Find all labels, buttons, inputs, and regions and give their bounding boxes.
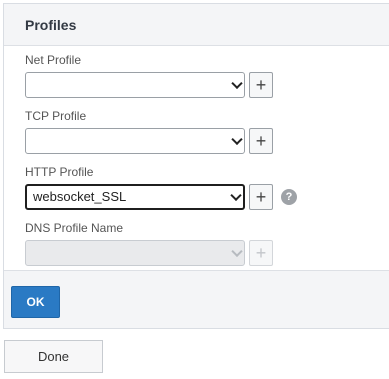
chevron-down-icon xyxy=(230,189,242,202)
panel-header: Profiles xyxy=(4,4,389,46)
tcp-profile-label: TCP Profile xyxy=(25,109,87,123)
panel-title: Profiles xyxy=(25,16,77,33)
http-profile-field: HTTP Profile websocket_SSL + ? xyxy=(25,164,297,210)
chevron-down-icon xyxy=(231,245,243,258)
dns-profile-select xyxy=(25,240,245,266)
net-profile-field: Net Profile + xyxy=(25,52,273,98)
dns-profile-label: DNS Profile Name xyxy=(25,221,124,235)
help-icon[interactable]: ? xyxy=(281,189,297,205)
panel-footer: OK xyxy=(4,270,389,328)
dns-profile-field: DNS Profile Name + xyxy=(25,220,273,266)
profiles-panel: Profiles Net Profile + TCP Profile + HTT… xyxy=(3,3,389,329)
plus-icon: + xyxy=(255,131,267,151)
add-tcp-profile-button[interactable]: + xyxy=(249,128,273,154)
http-profile-value: websocket_SSL xyxy=(33,189,127,204)
http-profile-select[interactable]: websocket_SSL xyxy=(25,184,245,210)
tcp-profile-field: TCP Profile + xyxy=(25,108,273,154)
net-profile-label: Net Profile xyxy=(25,53,82,67)
add-net-profile-button[interactable]: + xyxy=(249,72,273,98)
plus-icon: + xyxy=(255,243,267,263)
chevron-down-icon xyxy=(231,77,243,90)
plus-icon: + xyxy=(255,187,267,207)
add-http-profile-button[interactable]: + xyxy=(249,184,273,210)
done-button[interactable]: Done xyxy=(4,340,103,373)
tcp-profile-select[interactable] xyxy=(25,128,245,154)
chevron-down-icon xyxy=(231,133,243,146)
add-dns-profile-button: + xyxy=(249,240,273,266)
http-profile-label: HTTP Profile xyxy=(25,165,94,179)
plus-icon: + xyxy=(255,75,267,95)
net-profile-select[interactable] xyxy=(25,72,245,98)
ok-button[interactable]: OK xyxy=(11,286,60,318)
